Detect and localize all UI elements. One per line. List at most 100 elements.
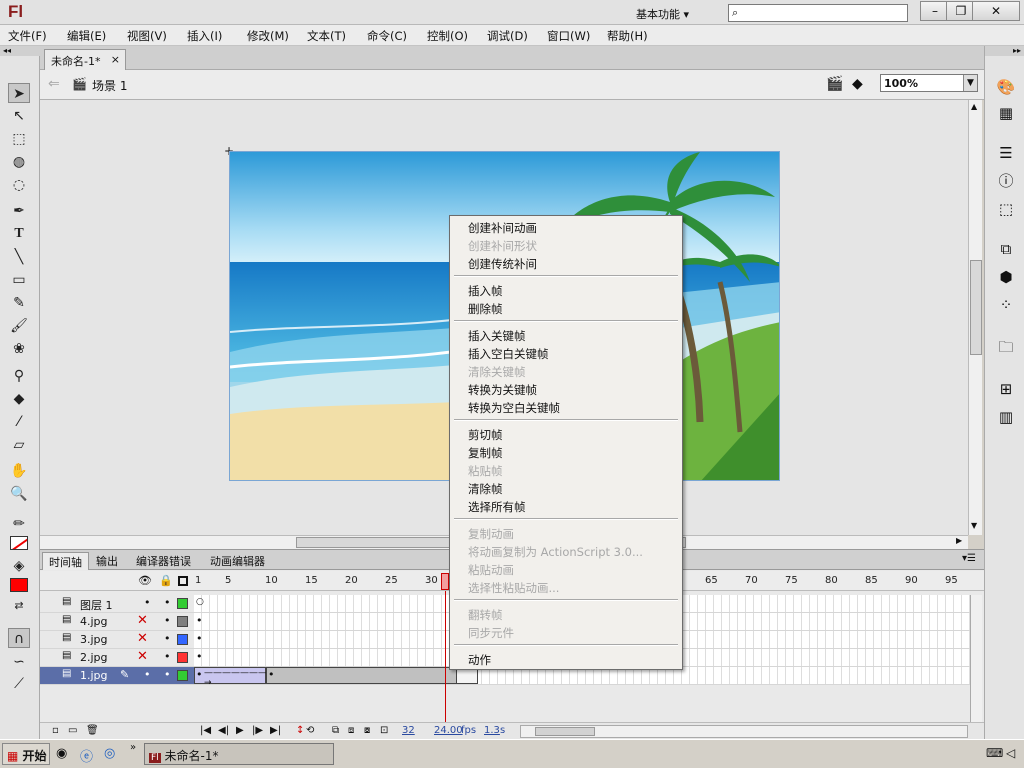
layer-name[interactable]: 1.jpg bbox=[80, 669, 108, 682]
layer-row[interactable]: ▤ 图层 1 • • bbox=[40, 595, 194, 613]
lock-dot[interactable]: • bbox=[164, 614, 171, 627]
menu-control[interactable]: 控制(O) bbox=[427, 28, 468, 44]
info-panel-icon[interactable]: ⓘ bbox=[995, 170, 1017, 192]
layer-outline-color[interactable] bbox=[177, 652, 188, 663]
movie-explorer-icon[interactable]: ▥ bbox=[995, 406, 1017, 428]
scroll-right-icon[interactable]: ▶ bbox=[956, 536, 962, 545]
menu-insert[interactable]: 插入(I) bbox=[187, 28, 222, 44]
scroll-down-icon[interactable]: ▼ bbox=[971, 521, 977, 530]
tween-span[interactable]: • ———————→ bbox=[194, 667, 267, 688]
timeline-scroll-thumb[interactable] bbox=[535, 727, 595, 736]
panel-menu-icon[interactable]: ▾☰ bbox=[962, 553, 976, 564]
modify-markers-icon[interactable]: ⊡ bbox=[380, 725, 388, 736]
eraser-tool-icon[interactable]: ▱ bbox=[8, 435, 30, 455]
new-layer-icon[interactable]: ▫ bbox=[52, 725, 59, 736]
library-panel-icon[interactable]: 🗀 bbox=[995, 336, 1017, 358]
layer-name[interactable]: 图层 1 bbox=[80, 597, 113, 613]
menu-item-clear-frames[interactable]: 清除帧 bbox=[468, 481, 503, 497]
lock-dot[interactable]: • bbox=[164, 596, 171, 609]
stroke-color-swatch[interactable] bbox=[10, 536, 28, 550]
layer-row[interactable]: ▤ 3.jpg ✕ • bbox=[40, 631, 194, 649]
playhead[interactable] bbox=[441, 573, 449, 590]
paint-bucket-tool-icon[interactable]: ◆ bbox=[8, 389, 30, 409]
scroll-up-icon[interactable]: ▲ bbox=[971, 102, 977, 111]
edit-scene-icon[interactable]: 🎬 bbox=[826, 76, 843, 92]
menu-item-create-classic-tween[interactable]: 创建传统补间 bbox=[468, 256, 537, 272]
quicklaunch-more-icon[interactable]: » bbox=[130, 742, 136, 753]
menu-debug[interactable]: 调试(D) bbox=[487, 28, 528, 44]
zoom-select[interactable]: 100% ▼ bbox=[880, 74, 978, 92]
hidden-x-icon[interactable]: ✕ bbox=[137, 613, 148, 628]
quicklaunch-media-icon[interactable]: ◎ bbox=[104, 746, 115, 761]
project-panel-icon[interactable]: ⊞ bbox=[995, 378, 1017, 400]
layer-name[interactable]: 4.jpg bbox=[80, 615, 108, 628]
layer-outline-color[interactable] bbox=[177, 670, 188, 681]
menu-item-convert-to-blank-keyframes[interactable]: 转换为空白关键帧 bbox=[468, 400, 560, 416]
edit-symbols-icon[interactable]: ◆ bbox=[852, 76, 863, 92]
menu-item-select-all-frames[interactable]: 选择所有帧 bbox=[468, 499, 526, 515]
elapsed-time[interactable]: 1.3 bbox=[484, 725, 500, 736]
onion-skin-icon[interactable]: ⧉ bbox=[332, 725, 339, 736]
motion-presets-icon[interactable]: ⁘ bbox=[995, 294, 1017, 316]
previous-frame-icon[interactable]: ◀| bbox=[218, 725, 229, 736]
keyboard-tray-icon[interactable]: ⌨ bbox=[986, 746, 1003, 760]
panel-collapse-icon[interactable]: ◂◂ bbox=[0, 46, 40, 56]
visibility-dot[interactable]: • bbox=[144, 668, 151, 681]
menu-edit[interactable]: 编辑(E) bbox=[67, 28, 106, 44]
bone-tool-icon[interactable]: ⚲ bbox=[8, 366, 30, 386]
lock-dot[interactable]: • bbox=[164, 668, 171, 681]
delete-layer-icon[interactable]: 🗑 bbox=[86, 725, 99, 736]
code-snippets-icon[interactable]: ⧉ bbox=[995, 238, 1017, 260]
layer-outline-color[interactable] bbox=[177, 634, 188, 645]
tab-output[interactable]: 输出 bbox=[90, 552, 124, 570]
fill-color-swatch[interactable] bbox=[10, 578, 28, 592]
menu-view[interactable]: 视图(V) bbox=[127, 28, 167, 44]
lock-icon[interactable]: 🔒 bbox=[159, 574, 173, 587]
smooth-icon[interactable]: ∽ bbox=[8, 652, 30, 672]
onion-outline-icon[interactable]: ⧈ bbox=[348, 725, 354, 736]
tab-compiler-errors[interactable]: 编译器错误 bbox=[130, 552, 197, 570]
document-tab[interactable]: 未命名-1* × bbox=[44, 49, 126, 70]
menu-commands[interactable]: 命令(C) bbox=[367, 28, 407, 44]
play-icon[interactable]: ▶ bbox=[236, 725, 244, 736]
lasso-tool-icon[interactable]: ◌ bbox=[8, 175, 30, 195]
menu-modify[interactable]: 修改(M) bbox=[247, 28, 289, 44]
current-frame[interactable]: 32 bbox=[402, 725, 415, 736]
subselection-tool-icon[interactable]: ↖ bbox=[8, 106, 30, 126]
expand-panels-icon[interactable]: ▸▸ bbox=[985, 46, 1024, 56]
lock-dot[interactable]: • bbox=[164, 650, 171, 663]
menu-help[interactable]: 帮助(H) bbox=[607, 28, 648, 44]
tab-timeline[interactable]: 时间轴 bbox=[42, 552, 89, 570]
straighten-icon[interactable]: ⟋ bbox=[8, 674, 30, 694]
layer-row[interactable]: ▤ 2.jpg ✕ • bbox=[40, 649, 194, 667]
layer-row-selected[interactable]: ▤ 1.jpg ✎ • • bbox=[40, 667, 194, 685]
hidden-x-icon[interactable]: ✕ bbox=[137, 631, 148, 646]
swap-colors-icon[interactable]: ⇄ bbox=[8, 596, 30, 616]
taskbar-flash-window[interactable]: Fl 未命名-1* bbox=[144, 743, 334, 765]
line-tool-icon[interactable]: ╲ bbox=[8, 247, 30, 267]
lock-dot[interactable]: • bbox=[164, 632, 171, 645]
start-button[interactable]: ▦ 开始 bbox=[2, 743, 50, 765]
menu-item-remove-frames[interactable]: 删除帧 bbox=[468, 301, 503, 317]
menu-item-insert-keyframe[interactable]: 插入关键帧 bbox=[468, 328, 526, 344]
edit-multiple-frames-icon[interactable]: ⧇ bbox=[364, 725, 370, 736]
menu-file[interactable]: 文件(F) bbox=[8, 28, 47, 44]
align-panel-icon[interactable]: ☰ bbox=[995, 142, 1017, 164]
menu-item-actions[interactable]: 动作 bbox=[468, 652, 491, 668]
components-panel-icon[interactable]: ⬢ bbox=[995, 266, 1017, 288]
deco-tool-icon[interactable]: ❀ bbox=[8, 339, 30, 359]
free-transform-tool-icon[interactable]: ⬚ bbox=[8, 129, 30, 149]
fill-color-icon[interactable]: ◈ bbox=[8, 556, 30, 576]
text-tool-icon[interactable]: T bbox=[8, 224, 30, 244]
rectangle-tool-icon[interactable]: ▭ bbox=[8, 270, 30, 290]
snap-to-objects-icon[interactable]: ∩ bbox=[8, 628, 30, 648]
layer-row[interactable]: ▤ 4.jpg ✕ • bbox=[40, 613, 194, 631]
timeline-vscrollbar[interactable] bbox=[970, 595, 982, 722]
last-frame-icon[interactable]: ▶| bbox=[270, 725, 281, 736]
eyedropper-tool-icon[interactable]: ⁄ bbox=[8, 412, 30, 432]
layer-name[interactable]: 2.jpg bbox=[80, 651, 108, 664]
frame-rate[interactable]: 24.00 bbox=[434, 725, 463, 736]
menu-item-create-motion-tween[interactable]: 创建补间动画 bbox=[468, 220, 537, 236]
next-frame-icon[interactable]: |▶ bbox=[252, 725, 263, 736]
tray-expand-icon[interactable]: ◁ bbox=[1006, 746, 1015, 760]
